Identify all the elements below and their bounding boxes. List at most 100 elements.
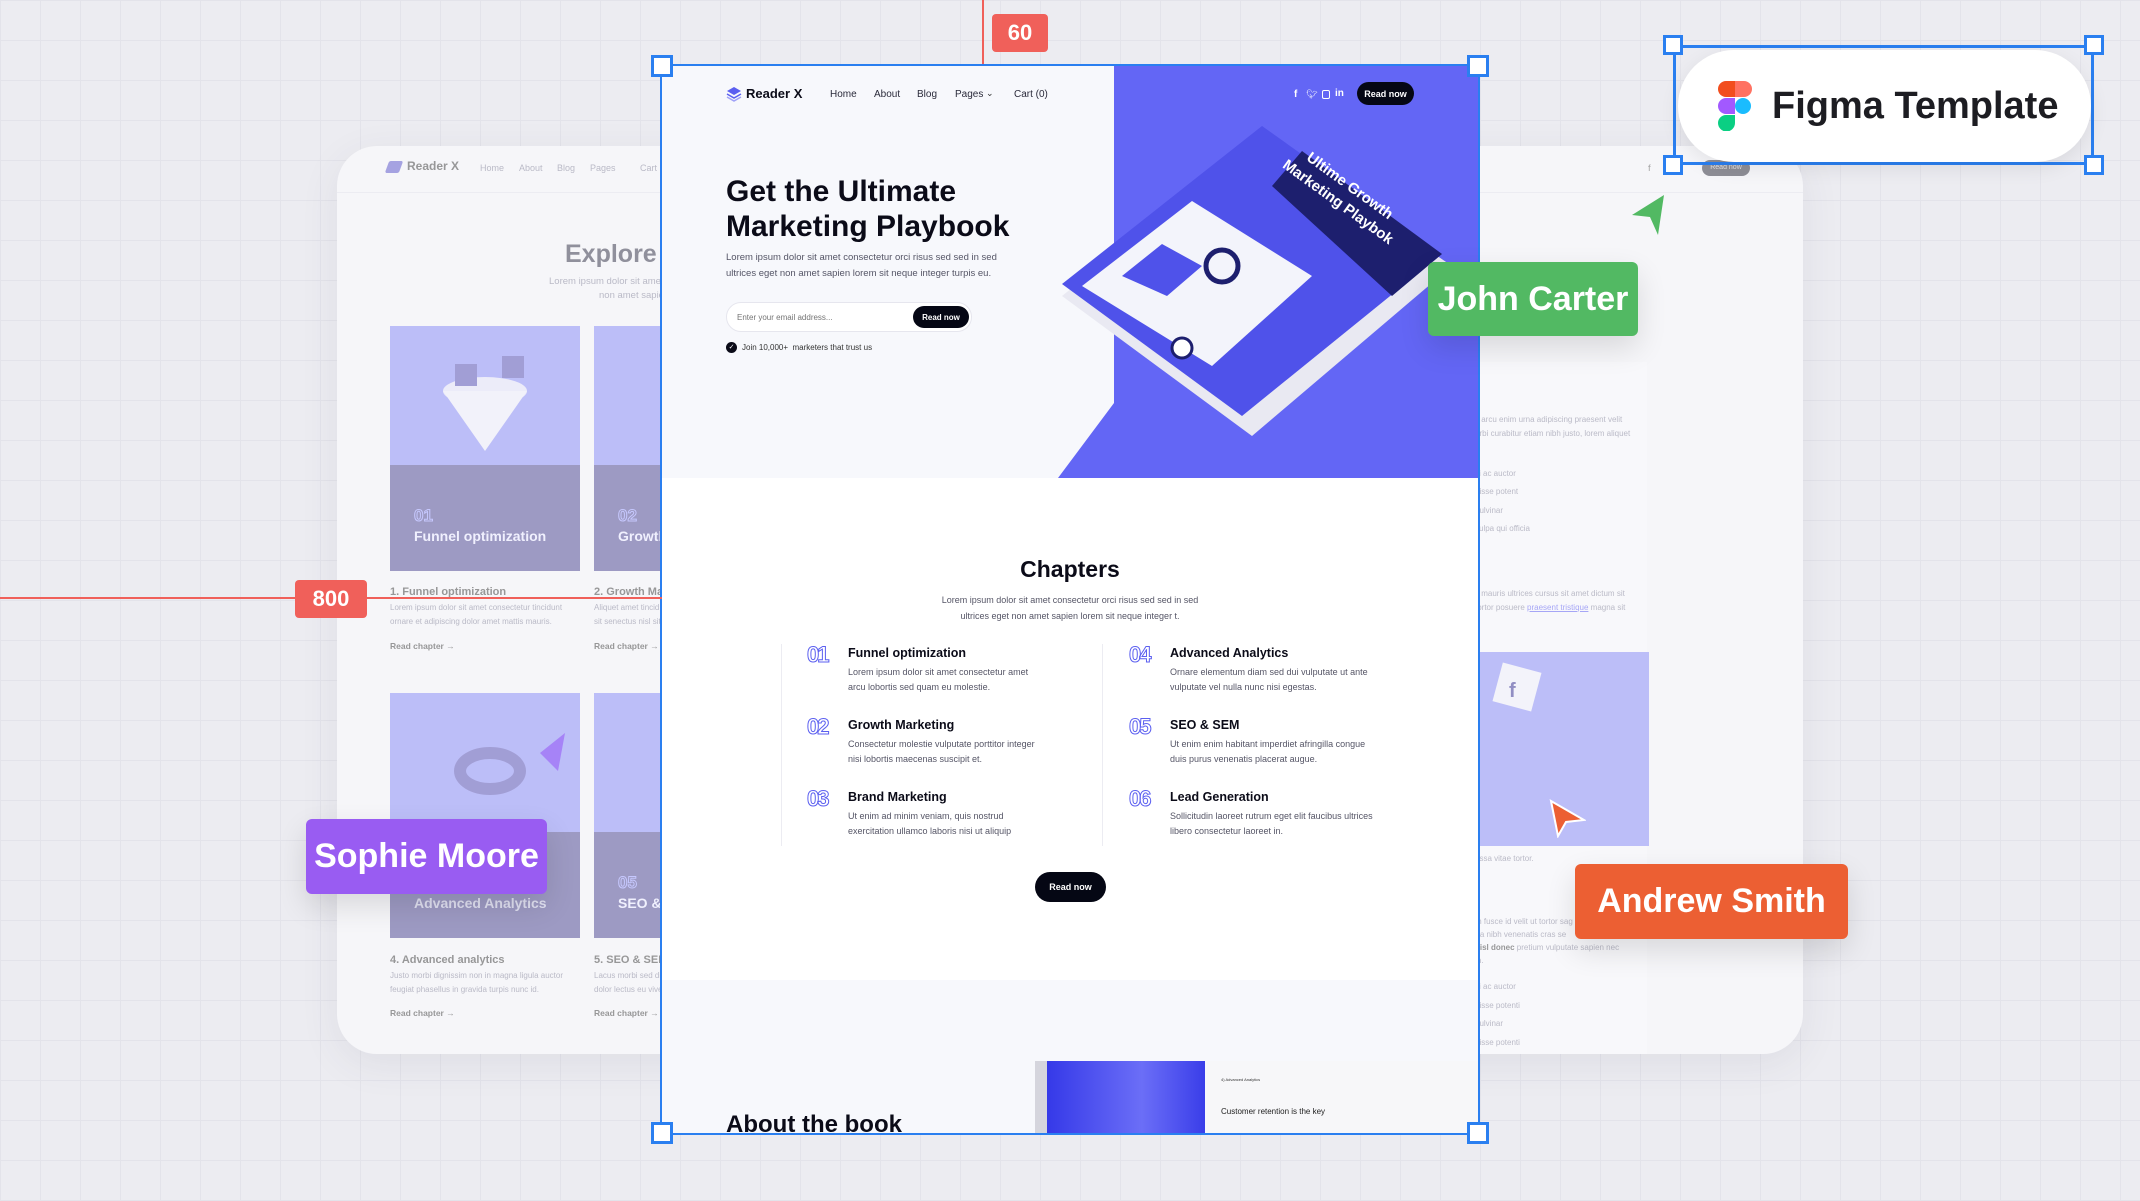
open-book-image: 4) Advanced Analytics Customer retention… — [1035, 1061, 1478, 1133]
nav-pages[interactable]: Pages — [590, 163, 616, 173]
chapters-intro: Lorem ipsum dolor sit amet consectetur o… — [662, 592, 1478, 624]
facebook-icon[interactable]: f — [1294, 89, 1297, 100]
nav-cart[interactable]: Cart (0) — [1014, 89, 1048, 100]
chapter-number-icon: 05 — [1128, 714, 1152, 740]
nav-pages[interactable]: Pages — [955, 89, 983, 100]
card-desc: feugiat phasellus in gravida turpis nunc… — [390, 985, 539, 994]
read-chapter-link[interactable]: Read chapter → — [390, 1008, 455, 1018]
cursor-arrow-icon — [1632, 195, 1664, 235]
chapters-title: Chapters — [1020, 556, 1120, 582]
article-text: assa vitae tortor. — [1475, 854, 1534, 863]
chapters-section — [662, 478, 1478, 980]
nav-home[interactable]: Home — [830, 89, 857, 100]
instagram-icon[interactable] — [1322, 90, 1330, 99]
logo-icon — [726, 87, 742, 102]
chapter-number-icon: 03 — [806, 786, 830, 812]
resize-handle[interactable] — [2084, 35, 2104, 55]
article-list-item: disse potenti — [1475, 1038, 1520, 1047]
chapter-desc: Consectetur molestie vulputate porttitor… — [848, 739, 1035, 764]
collaborator-tag-john-carter: John Carter — [1428, 262, 1638, 336]
book-spine — [1035, 1061, 1047, 1133]
resize-handle[interactable] — [1467, 1122, 1489, 1144]
nav-cart[interactable]: Cart ( — [640, 163, 663, 173]
chapter-desc: Lorem ipsum dolor sit amet consectetur a… — [848, 667, 1029, 692]
book-cover — [1047, 1061, 1205, 1133]
article-list-item: pulvinar — [1475, 506, 1504, 515]
logo-icon — [384, 161, 404, 173]
card-desc: Lorem ipsum dolor sit amet consectetur t… — [390, 603, 563, 612]
figma-badge-label: Figma Template — [1772, 84, 2059, 127]
article-text: orbi curabitur etiam nibh justo, lorem a… — [1475, 429, 1631, 438]
chapter-desc: Ornare elementum diam sed dui vulputate … — [1170, 667, 1368, 692]
hero-title-line: Get the Ultimate — [726, 175, 957, 208]
about-title: About the book — [726, 1111, 902, 1133]
check-circle-icon: ✓ — [726, 342, 737, 353]
resize-handle[interactable] — [651, 1122, 673, 1144]
chapter-title: Brand Marketing — [848, 790, 947, 804]
chapter-number-icon: 06 — [1128, 786, 1152, 812]
article-text: tortor posuere praesent tristique magna … — [1475, 603, 1625, 612]
hero-text: Lorem ipsum dolor sit amet consectetur o… — [726, 250, 997, 282]
resize-handle[interactable] — [2084, 155, 2104, 175]
article-text: s arcu enim urna adipiscing praesent vel… — [1475, 415, 1623, 424]
nav-blog[interactable]: Blog — [917, 89, 937, 100]
hero-text-line: ultrices eget non amet sapien lorem sit … — [726, 268, 992, 279]
chapter-number-icon: 01 — [806, 642, 830, 668]
article-list-item: ci ac auctor — [1475, 469, 1516, 478]
article-list-item: disse potent — [1475, 487, 1519, 496]
book-page: 4) Advanced Analytics Customer retention… — [1207, 1061, 1478, 1133]
email-input[interactable] — [737, 309, 897, 325]
chapter-card[interactable]: 04 Advanced Analytics — [390, 693, 580, 938]
column-divider — [1102, 644, 1103, 846]
card-heading: 4. Advanced analytics — [390, 954, 505, 966]
selected-frame[interactable]: Reader X Home About Blog Pages ⌄ Cart (0… — [660, 64, 1480, 1135]
nav-blog[interactable]: Blog — [557, 163, 575, 173]
ruler-badge-left: 800 — [295, 580, 367, 618]
resize-handle[interactable] — [1663, 35, 1683, 55]
email-form: Read now — [726, 302, 972, 332]
card-desc: Aliquet amet tincid — [594, 603, 660, 612]
article-text: pretium vulputate sapien nec — [1516, 943, 1620, 952]
chapters-intro-line: Lorem ipsum dolor sit amet consectetur o… — [941, 595, 1199, 605]
card-desc: ornare et adipiscing dolor amet mattis m… — [390, 617, 552, 626]
read-chapter-link[interactable]: Read chapter → — [594, 1008, 659, 1018]
chapter-desc: Ut enim ad minim veniam, quis nostrud ex… — [848, 811, 1012, 836]
nav-about[interactable]: About — [874, 89, 900, 100]
resize-handle[interactable] — [1663, 155, 1683, 175]
brand-name[interactable]: Reader X — [746, 86, 802, 101]
chapter-number-icon: 04 — [1128, 642, 1152, 668]
chapter-card[interactable]: 01 Funnel optimization — [390, 326, 580, 571]
read-chapter-link[interactable]: Read chapter → — [390, 641, 455, 651]
chevron-down-icon: ⌄ — [986, 88, 994, 98]
linkedin-icon[interactable]: in — [1335, 88, 1344, 99]
nav-read-now-button[interactable]: Read now — [1357, 82, 1414, 105]
read-chapter-link[interactable]: Read chapter → — [594, 641, 659, 651]
chapter-title: SEO & SEM — [1170, 718, 1240, 732]
card-desc: sit senectus nisl sit — [594, 617, 661, 626]
article-list-item: disse potenti — [1475, 1001, 1520, 1010]
resize-handle[interactable] — [651, 55, 673, 77]
ruler-badge-top: 60 — [992, 14, 1048, 52]
chapters-read-now-button[interactable]: Read now — [1035, 872, 1106, 902]
twitter-icon[interactable]: 🐦︎ — [1306, 89, 1317, 100]
article-text: nisl donec pretium vulputate sapien nec — [1475, 943, 1619, 952]
article-link[interactable]: praesent tristique — [1527, 603, 1588, 612]
article-text: rta nibh venenatis cras se — [1475, 930, 1567, 939]
chapter-title: Funnel optimization — [848, 646, 967, 660]
resize-handle[interactable] — [1467, 55, 1489, 77]
chapter-desc: Sollicitudin laoreet rutrum eget elit fa… — [1170, 811, 1373, 836]
article-text: magna sit — [1590, 603, 1626, 612]
card-desc: Justo morbi dignissim non in magna ligul… — [390, 971, 563, 980]
column-divider — [781, 644, 782, 846]
hero-read-now-button[interactable]: Read now — [913, 306, 969, 328]
chapters-intro-line: ultrices eget non amet sapien lorem sit … — [960, 611, 1180, 621]
hero-title-line: Marketing Playbook — [726, 210, 1010, 243]
chapter-title: Lead Generation — [1170, 790, 1269, 804]
cursor-arrow-icon — [1549, 799, 1586, 838]
article-list-item: culpa qui officia — [1475, 524, 1530, 533]
chapter-title: Growth Marketing — [848, 718, 955, 732]
facebook-icon[interactable]: f — [1648, 163, 1651, 174]
figma-logo-icon — [1718, 81, 1752, 131]
nav-about[interactable]: About — [519, 163, 543, 173]
nav-home[interactable]: Home — [480, 163, 504, 173]
